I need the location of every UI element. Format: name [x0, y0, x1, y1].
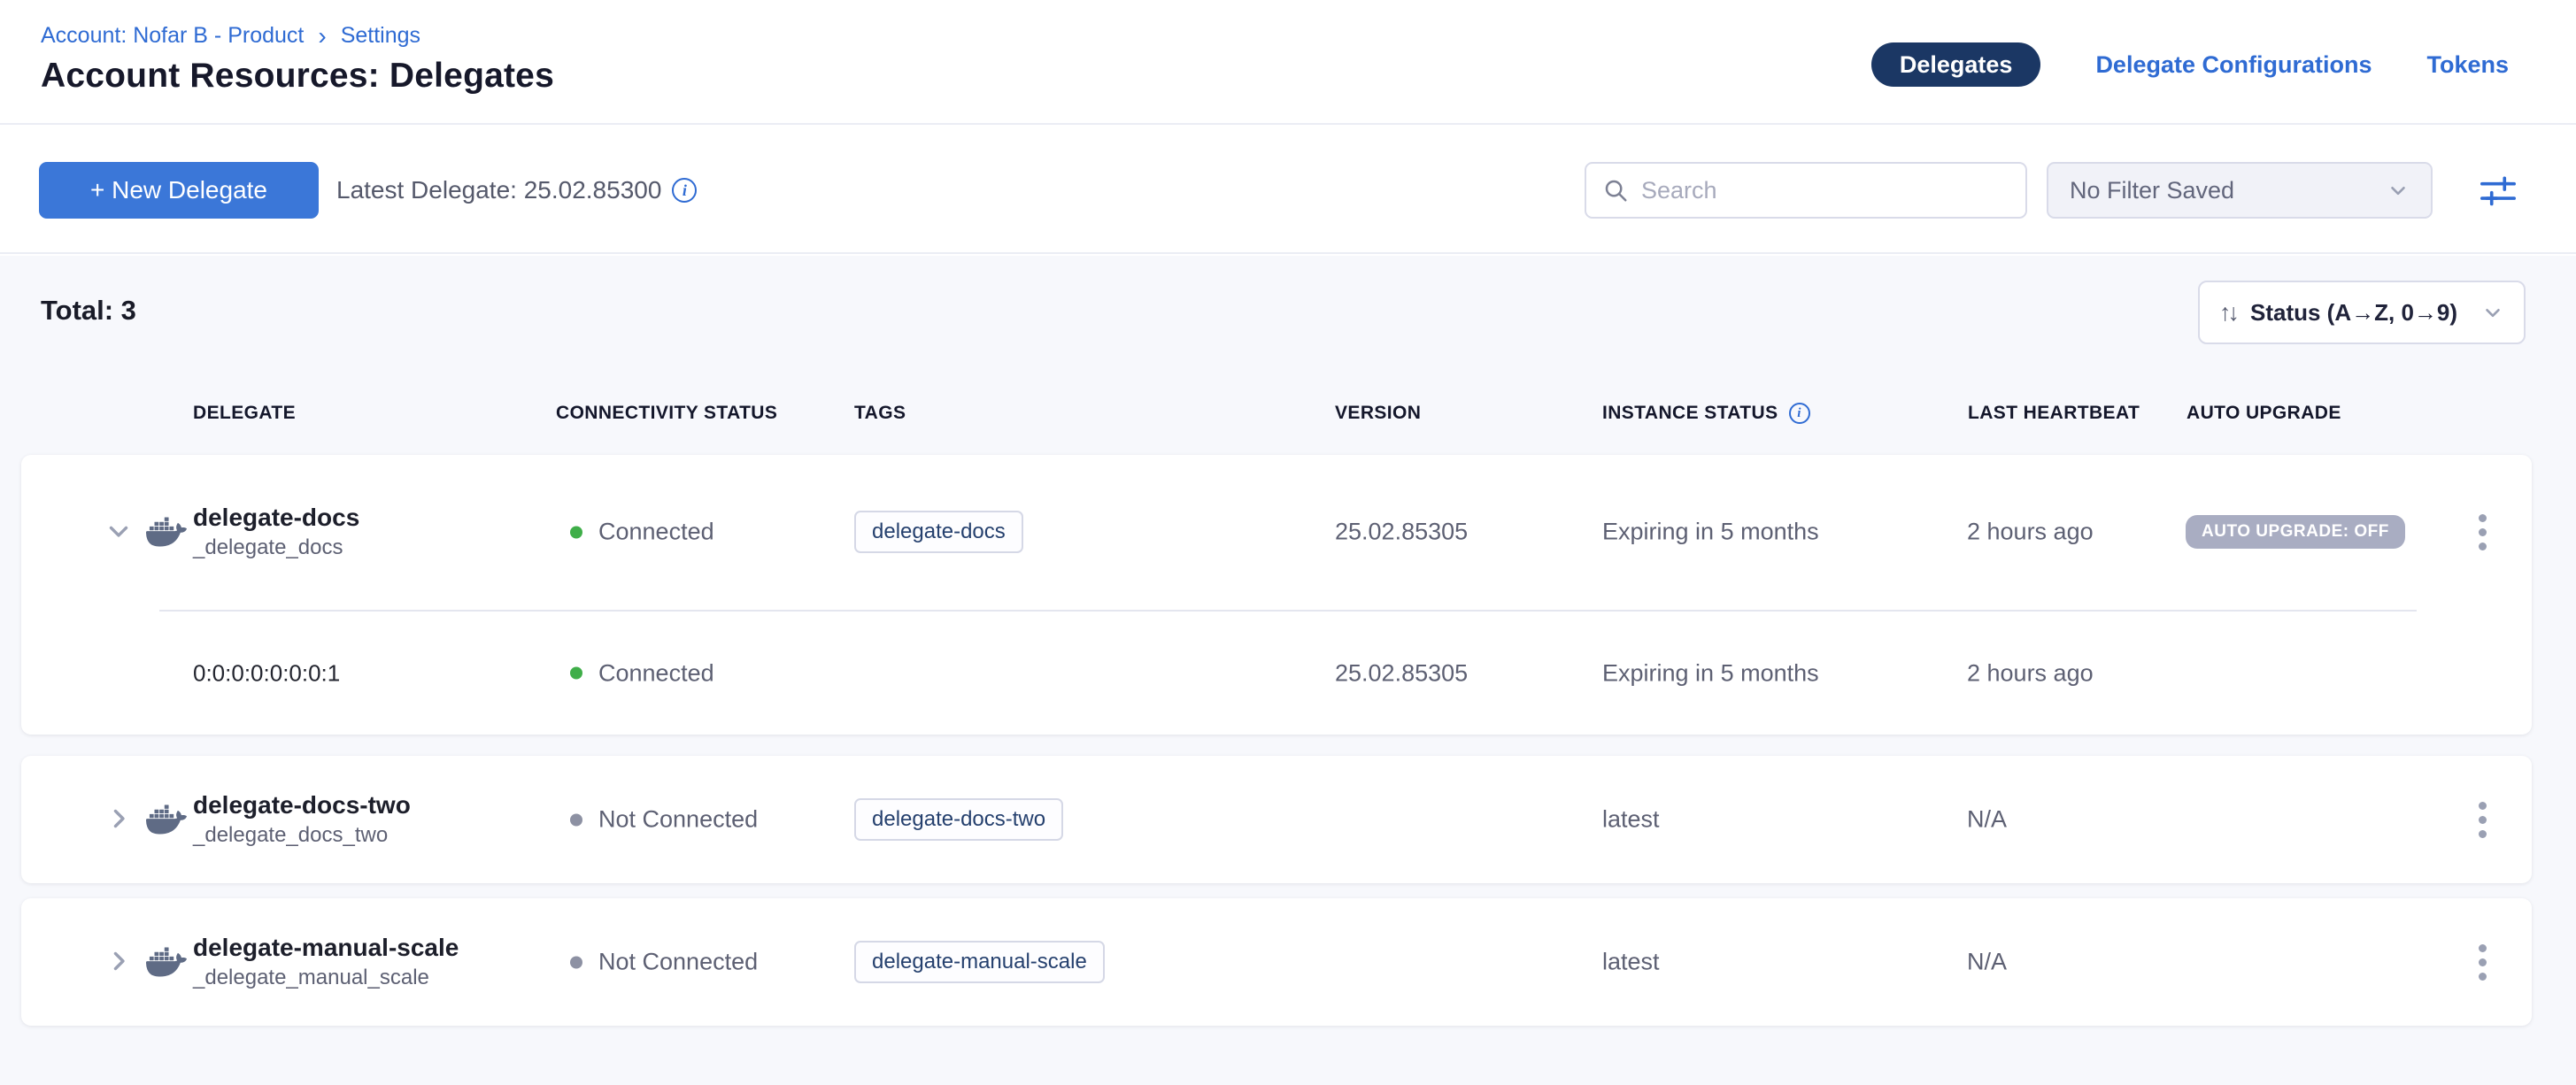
tags-cell: delegate-docs-two: [854, 798, 1063, 841]
toolbar: + New Delegate Latest Delegate: 25.02.85…: [0, 127, 2576, 254]
delegate-name[interactable]: delegate-docs: [193, 502, 359, 534]
delegate-instance-row: 0:0:0:0:0:0:0:1 Connected 25.02.85305 Ex…: [21, 612, 2532, 735]
search-input[interactable]: [1641, 177, 2009, 204]
breadcrumb-separator-icon: ›: [318, 25, 326, 47]
connectivity-status: Not Connected: [570, 949, 758, 976]
search-box: [1585, 162, 2027, 219]
tags-cell: delegate-docs: [854, 511, 1023, 553]
connectivity-status: Not Connected: [570, 806, 758, 834]
column-header-auto-upgrade: AUTO UPGRADE: [2187, 389, 2341, 438]
filter-settings-button[interactable]: [2477, 173, 2519, 210]
last-heartbeat-cell: N/A: [1967, 949, 2007, 976]
delegate-identifier: _delegate_manual_scale: [193, 964, 459, 992]
chevron-right-icon: [104, 946, 134, 976]
breadcrumb: Account: Nofar B - Product › Settings: [41, 23, 420, 49]
latest-delegate-info: Latest Delegate: 25.02.85300 i: [336, 127, 697, 254]
info-icon[interactable]: i: [1789, 403, 1810, 424]
connectivity-label: Not Connected: [598, 806, 758, 834]
chevron-down-icon: [104, 516, 134, 546]
delegate-name-block: delegate-manual-scale _delegate_manual_s…: [193, 932, 459, 992]
chevron-down-icon: [2387, 179, 2410, 202]
breadcrumb-settings-link[interactable]: Settings: [341, 23, 420, 49]
instance-status-cell: Expiring in 5 months: [1602, 659, 1819, 687]
breadcrumb-account-link[interactable]: Account: Nofar B - Product: [41, 23, 304, 49]
latest-delegate-text: Latest Delegate: 25.02.85300: [336, 176, 661, 204]
instance-status-cell: latest: [1602, 949, 1660, 976]
row-actions-menu-button[interactable]: [2464, 795, 2500, 844]
new-delegate-button[interactable]: + New Delegate: [39, 162, 319, 219]
connectivity-label: Not Connected: [598, 949, 758, 976]
page-header: Account: Nofar B - Product › Settings Ac…: [0, 0, 2576, 125]
auto-upgrade-badge: AUTO UPGRADE: OFF: [2186, 515, 2405, 549]
row-actions-menu-button[interactable]: [2464, 507, 2500, 557]
table-header-row: DELEGATE CONNECTIVITY STATUS TAGS VERSIO…: [0, 389, 2576, 442]
filter-sliders-icon: [2478, 173, 2518, 208]
delegate-card-delegate-docs-two: delegate-docs-two _delegate_docs_two Not…: [21, 756, 2532, 883]
tab-delegate-configurations[interactable]: Delegate Configurations: [2095, 51, 2372, 79]
sort-dropdown[interactable]: ↑↓ Status (A→Z, 0→9): [2198, 281, 2526, 344]
table-row[interactable]: delegate-docs-two _delegate_docs_two Not…: [21, 756, 2532, 883]
tag-pill: delegate-manual-scale: [854, 941, 1105, 983]
last-heartbeat-cell: N/A: [1967, 806, 2007, 834]
disconnected-dot-icon: [570, 813, 582, 826]
chevron-right-icon: [104, 804, 134, 834]
instance-host: 0:0:0:0:0:0:0:1: [193, 659, 340, 687]
instance-status-cell: latest: [1602, 806, 1660, 834]
delegate-card-delegate-docs: delegate-docs _delegate_docs Connected d…: [21, 455, 2532, 735]
row-actions-menu-button[interactable]: [2464, 937, 2500, 987]
delegates-list-section: Total: 3 ↑↓ Status (A→Z, 0→9) DELEGATE C…: [0, 256, 2576, 1085]
tab-bar: Delegates Delegate Configurations Tokens: [1871, 42, 2509, 87]
delegate-identifier: _delegate_docs_two: [193, 821, 411, 850]
table-row[interactable]: delegate-manual-scale _delegate_manual_s…: [21, 898, 2532, 1026]
column-header-last-heartbeat: LAST HEARTBEAT: [1968, 389, 2140, 438]
instance-status-header-label: INSTANCE STATUS: [1602, 389, 1778, 438]
collapse-row-button[interactable]: [97, 511, 140, 553]
page-title: Account Resources: Delegates: [41, 57, 554, 96]
tag-pill: delegate-docs-two: [854, 798, 1063, 841]
column-header-tags: TAGS: [854, 389, 906, 438]
connectivity-status: Connected: [570, 519, 714, 546]
connected-dot-icon: [570, 526, 582, 538]
docker-icon: [146, 942, 187, 982]
sort-label: Status (A→Z, 0→9): [2250, 299, 2467, 327]
docker-icon: [146, 512, 187, 552]
version-cell: 25.02.85305: [1335, 519, 1468, 546]
sort-arrows-icon: ↑↓: [2219, 299, 2236, 327]
auto-upgrade-cell: AUTO UPGRADE: OFF: [2186, 515, 2405, 549]
delegate-name[interactable]: delegate-docs-two: [193, 789, 411, 821]
disconnected-dot-icon: [570, 956, 582, 968]
tab-tokens[interactable]: Tokens: [2426, 51, 2509, 79]
column-header-connectivity-status: CONNECTIVITY STATUS: [556, 389, 777, 438]
version-cell: 25.02.85305: [1335, 659, 1468, 687]
column-header-instance-status: INSTANCE STATUS i: [1602, 389, 1810, 438]
connectivity-label: Connected: [598, 519, 714, 546]
connectivity-status: Connected: [570, 659, 714, 687]
column-header-delegate: DELEGATE: [193, 389, 296, 438]
delegate-identifier: _delegate_docs: [193, 534, 359, 562]
saved-filter-dropdown[interactable]: No Filter Saved: [2047, 162, 2433, 219]
saved-filter-value: No Filter Saved: [2070, 177, 2234, 204]
chevron-down-icon: [2481, 301, 2504, 324]
table-row[interactable]: delegate-docs _delegate_docs Connected d…: [21, 455, 2532, 609]
tag-pill: delegate-docs: [854, 511, 1023, 553]
column-header-version: VERSION: [1335, 389, 1421, 438]
delegate-name-block: delegate-docs _delegate_docs: [193, 502, 359, 562]
delegate-name[interactable]: delegate-manual-scale: [193, 932, 459, 964]
docker-icon: [146, 799, 187, 840]
delegate-name-block: delegate-docs-two _delegate_docs_two: [193, 789, 411, 850]
tab-delegates[interactable]: Delegates: [1871, 42, 2041, 87]
connectivity-label: Connected: [598, 659, 714, 687]
search-icon: [1602, 177, 1629, 204]
delegate-card-delegate-manual-scale: delegate-manual-scale _delegate_manual_s…: [21, 898, 2532, 1026]
expand-row-button[interactable]: [97, 941, 140, 983]
connected-dot-icon: [570, 667, 582, 680]
total-count: Total: 3: [41, 295, 136, 327]
last-heartbeat-cell: 2 hours ago: [1967, 659, 2094, 687]
instance-status-cell: Expiring in 5 months: [1602, 519, 1819, 546]
tags-cell: delegate-manual-scale: [854, 941, 1105, 983]
info-icon[interactable]: i: [672, 178, 697, 203]
expand-row-button[interactable]: [97, 798, 140, 841]
last-heartbeat-cell: 2 hours ago: [1967, 519, 2094, 546]
